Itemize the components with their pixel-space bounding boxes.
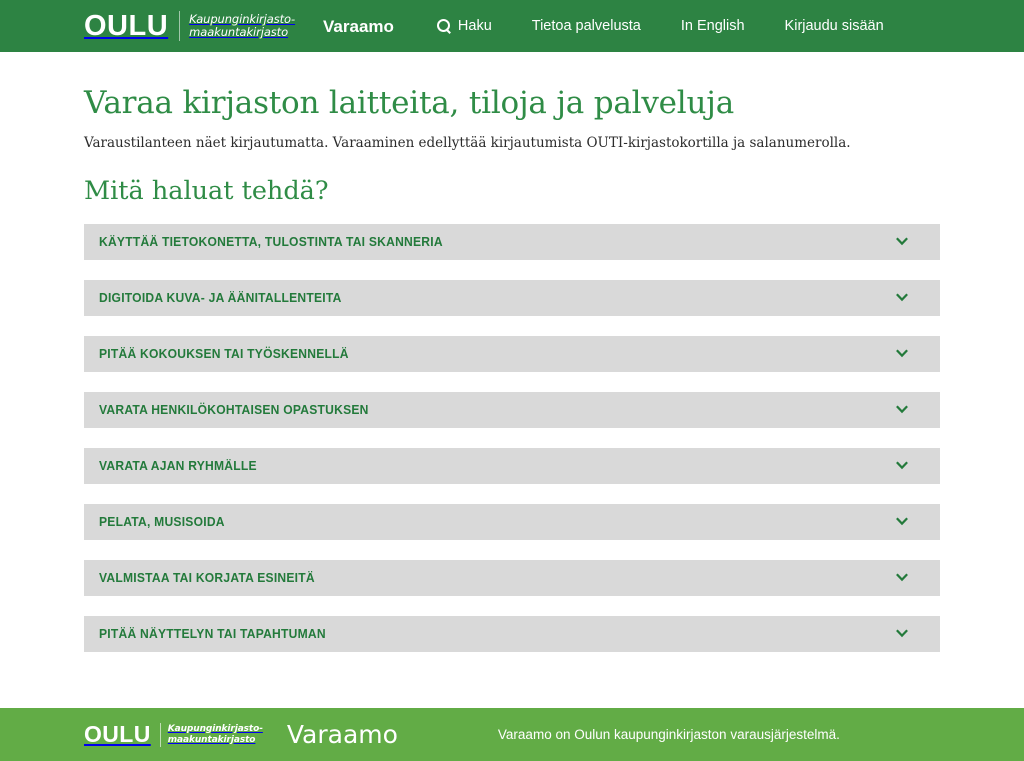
accordion-item-label: Varata ajan ryhmälle (99, 458, 257, 474)
accordion-item-pitaa-kokouksen-tai-tyoskennella[interactable]: Pitää kokouksen tai työskennellä (84, 335, 940, 372)
nav-item-varaamo-label: Varaamo (323, 16, 394, 36)
chevron-down-icon[interactable] (894, 402, 910, 418)
footer-logo-secondary-line1: Kaupunginkirjasto- (167, 724, 263, 734)
nav-item-tietoa-palvelusta-label: Tietoa palvelusta (531, 17, 641, 34)
footer-tagline: Varaamo on Oulun kaupunginkirjaston vara… (497, 727, 840, 742)
header-logo[interactable]: OULU Kaupunginkirjasto- maakuntakirjasto (84, 11, 295, 41)
accordion-list: Käyttää tietokonetta, tulostinta tai ska… (84, 223, 940, 652)
accordion-item-valmistaa-tai-korjata-esineita[interactable]: Valmistaa tai korjata esineitä (84, 559, 940, 596)
page-title: Varaa kirjaston laitteita, tiloja ja pal… (84, 85, 734, 121)
accordion-item-kayttaa-tietokonetta[interactable]: Käyttää tietokonetta, tulostinta tai ska… (84, 223, 940, 260)
accordion-item-label: Pitää näyttelyn tai tapahtuman (99, 626, 326, 642)
chevron-down-icon[interactable] (894, 346, 910, 362)
chevron-down-icon[interactable] (894, 458, 910, 474)
nav-item-in-english-label: In English (680, 17, 745, 34)
header-logo-secondary: Kaupunginkirjasto- maakuntakirjasto (189, 13, 295, 39)
main-content: Varaa kirjaston laitteita, tiloja ja pal… (0, 52, 1024, 708)
chevron-down-icon[interactable] (894, 290, 910, 306)
nav-item-kirjaudu-sisaan[interactable]: Kirjaudu sisään (785, 19, 884, 34)
section-title: Mitä haluat tehdä? (84, 176, 329, 207)
footer-logo[interactable]: OULU Kaupunginkirjasto- maakuntakirjasto (84, 721, 263, 747)
site-footer: OULU Kaupunginkirjasto- maakuntakirjasto… (0, 708, 1024, 761)
chevron-down-icon[interactable] (894, 626, 910, 642)
chevron-down-icon[interactable] (894, 570, 910, 586)
footer-service-name: Varaamo (286, 720, 398, 749)
header-logo-primary: OULU (84, 9, 169, 42)
accordion-item-pelata-musisoida[interactable]: Pelata, musisoida (84, 503, 940, 540)
search-icon (436, 19, 451, 33)
accordion-item-label: Digitoida kuva- ja äänitallenteita (99, 290, 342, 306)
nav-item-haku-label: Haku (457, 17, 492, 34)
accordion-item-digitoida-kuva-ja-aanitallenteita[interactable]: Digitoida kuva- ja äänitallenteita (84, 279, 940, 316)
footer-logo-primary: OULU (84, 721, 151, 747)
header-logo-secondary-line1: Kaupunginkirjasto- (189, 12, 296, 26)
nav-item-in-english[interactable]: In English (681, 19, 745, 34)
accordion-item-label: Valmistaa tai korjata esineitä (99, 570, 315, 586)
nav-item-kirjaudu-sisaan-label: Kirjaudu sisään (784, 17, 884, 34)
accordion-item-label: Varata henkilökohtaisen opastuksen (99, 402, 369, 418)
footer-logo-secondary: Kaupunginkirjasto- maakuntakirjasto (168, 724, 263, 745)
header-logo-secondary-line2: maakuntakirjasto (189, 25, 289, 39)
page-lead-text: Varaustilanteen näet kirjautumatta. Vara… (84, 134, 851, 151)
footer-logo-secondary-line2: maakuntakirjasto (167, 734, 256, 745)
accordion-item-varata-ajan-ryhmalle[interactable]: Varata ajan ryhmälle (84, 447, 940, 484)
accordion-item-label: Pelata, musisoida (99, 514, 225, 530)
site-header: OULU Kaupunginkirjasto- maakuntakirjasto… (0, 0, 1024, 52)
page-root: OULU Kaupunginkirjasto- maakuntakirjasto… (0, 0, 1024, 761)
footer-logo-divider (159, 722, 161, 747)
accordion-item-varata-henkilokohtaisen-opastuksen[interactable]: Varata henkilökohtaisen opastuksen (84, 391, 940, 428)
header-logo-divider (179, 11, 181, 41)
chevron-down-icon[interactable] (894, 234, 910, 250)
nav-item-haku[interactable]: Haku (436, 17, 492, 34)
accordion-item-label: Käyttää tietokonetta, tulostinta tai ska… (99, 234, 443, 250)
chevron-down-icon[interactable] (894, 514, 910, 530)
header-nav: Varaamo Haku Tietoa palvelusta In Englis… (323, 0, 884, 52)
nav-item-varaamo[interactable]: Varaamo (323, 18, 394, 35)
accordion-item-pitaa-nayttelyn-tai-tapahtuman[interactable]: Pitää näyttelyn tai tapahtuman (84, 615, 940, 652)
nav-item-tietoa-palvelusta[interactable]: Tietoa palvelusta (532, 19, 641, 34)
accordion-item-label: Pitää kokouksen tai työskennellä (99, 346, 349, 362)
